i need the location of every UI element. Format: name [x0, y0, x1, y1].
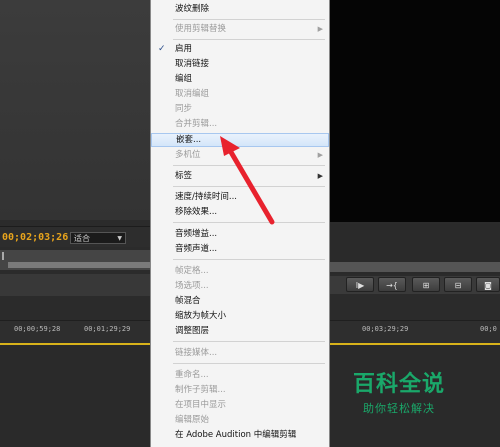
step-forward-button[interactable]: I▶: [346, 277, 374, 292]
menu-item-ungroup[interactable]: 取消编组: [151, 87, 329, 101]
ruler-label: 00;03;29;29: [362, 325, 409, 333]
menu-item-reveal-in-project[interactable]: 在项目中显示: [151, 398, 329, 412]
menu-item-label: 音频声道...: [175, 244, 218, 254]
menu-item-field-options[interactable]: 场选项...: [151, 279, 329, 293]
menu-item-label: 波纹删除: [175, 4, 210, 14]
chevron-right-icon: ▶: [317, 151, 323, 159]
menu-item-label: 场选项...: [175, 281, 209, 291]
menu-item-audio-gain[interactable]: 音频增益...: [151, 227, 329, 241]
menu-item-label: 多机位: [175, 150, 201, 160]
menu-item-synchronize[interactable]: 同步: [151, 102, 329, 116]
menu-item-replace-with-clip[interactable]: 使用剪辑替换 ▶: [151, 22, 329, 36]
menu-item-label: 重命名...: [175, 370, 209, 380]
checkmark-icon: ✓: [158, 44, 166, 54]
menu-separator: [173, 39, 325, 40]
menu-item-label: 帧混合: [175, 296, 201, 306]
menu-item-label: 标签: [175, 171, 193, 181]
go-to-out-button[interactable]: →{: [378, 277, 406, 292]
menu-item-rename[interactable]: 重命名...: [151, 368, 329, 382]
ruler-label: 00;00;59;28: [14, 325, 61, 333]
chevron-right-icon: ▶: [317, 172, 323, 180]
lift-button[interactable]: ⊞: [412, 277, 440, 292]
menu-item-audio-channels[interactable]: 音频声道...: [151, 242, 329, 256]
chevron-down-icon: ▼: [117, 235, 122, 242]
baike-watermark: 百科全说 助你轻松解决: [340, 366, 458, 426]
menu-item-label: 取消链接: [175, 59, 210, 69]
monitor-scrub-right[interactable]: [330, 262, 500, 272]
monitor-scrub-bar[interactable]: [0, 250, 150, 270]
menu-item-label: 编组: [175, 74, 193, 84]
menu-item-label: 编辑原始: [175, 415, 210, 425]
menu-item-label: 取消编组: [175, 89, 210, 99]
menu-item-label: 移除效果...: [175, 207, 218, 217]
menu-item-label: 音频增益...: [175, 229, 218, 239]
menu-item-ripple-delete[interactable]: 波纹删除: [151, 2, 329, 16]
menu-item-enable[interactable]: ✓ 启用: [151, 42, 329, 56]
work-area-bar[interactable]: [0, 343, 150, 345]
zoom-fit-value: 适合: [74, 234, 90, 243]
menu-separator: [173, 165, 325, 166]
work-area-bar-right[interactable]: [330, 343, 500, 345]
export-frame-button[interactable]: ◙: [476, 277, 500, 292]
menu-separator: [173, 19, 325, 20]
menu-item-make-subclip[interactable]: 制作子剪辑...: [151, 383, 329, 397]
menu-item-label: 在 Adobe Audition 中编辑剪辑: [175, 430, 297, 440]
watermark-subtitle: 助你轻松解决: [363, 402, 435, 415]
extract-button[interactable]: ⊟: [444, 277, 472, 292]
playhead-timecode[interactable]: 00;02;03;26: [2, 232, 68, 243]
ruler-label: 00;0: [480, 325, 497, 333]
menu-item-label: 速度/持续时间...: [175, 192, 237, 202]
menu-item-merge-clips[interactable]: 合并剪辑...: [151, 117, 329, 131]
menu-item-link-media[interactable]: 链接媒体...: [151, 346, 329, 360]
menu-item-scale-to-frame-size[interactable]: 缩放为帧大小: [151, 309, 329, 323]
menu-item-remove-effects[interactable]: 移除效果...: [151, 205, 329, 219]
zoom-fit-select[interactable]: 适合 ▼: [70, 232, 126, 244]
program-monitor: [330, 0, 500, 222]
menu-item-speed-duration[interactable]: 速度/持续时间...: [151, 190, 329, 204]
menu-item-label-color[interactable]: 标签 ▶: [151, 169, 329, 183]
timeline-ruler-right[interactable]: 00;03;29;29 00;0: [330, 320, 500, 343]
menu-item-label: 链接媒体...: [175, 348, 218, 358]
menu-item-label: 缩放为帧大小: [175, 311, 227, 321]
menu-item-label: 使用剪辑替换: [175, 24, 227, 34]
timeline-ruler-left[interactable]: 00;00;59;28 00;01;29;29: [0, 320, 150, 343]
menu-separator: [173, 186, 325, 187]
menu-item-nest[interactable]: 嵌套...: [151, 133, 329, 147]
playhead-marker[interactable]: [2, 252, 4, 260]
menu-item-frame-blend[interactable]: 帧混合: [151, 294, 329, 308]
menu-item-label: 调整图层: [175, 326, 210, 336]
menu-item-label: 同步: [175, 104, 193, 114]
menu-item-multi-camera[interactable]: 多机位 ▶: [151, 148, 329, 162]
clip-context-menu: 波纹删除 使用剪辑替换 ▶ ✓ 启用 取消链接 编组 取消编组 同步 合并剪辑...…: [150, 0, 330, 447]
menu-separator: [173, 259, 325, 260]
menu-item-label: 合并剪辑...: [175, 119, 218, 129]
ruler-label: 00;01;29;29: [84, 325, 131, 333]
source-panel: [0, 0, 150, 220]
menu-item-group[interactable]: 编组: [151, 72, 329, 86]
transport-bar-left: [0, 274, 150, 296]
scrub-track[interactable]: [8, 262, 150, 268]
menu-item-label: 嵌套...: [176, 135, 202, 145]
menu-item-label: 帧定格...: [175, 266, 209, 276]
watermark-title: 百科全说: [352, 372, 445, 397]
menu-item-label: 制作子剪辑...: [175, 385, 226, 395]
menu-item-adjustment-layer[interactable]: 调整图层: [151, 324, 329, 338]
timeline-tracks-left[interactable]: [0, 346, 150, 447]
menu-item-edit-original[interactable]: 编辑原始: [151, 413, 329, 427]
menu-item-frame-hold[interactable]: 帧定格...: [151, 264, 329, 278]
menu-item-unlink[interactable]: 取消链接: [151, 57, 329, 71]
menu-item-edit-in-audition[interactable]: 在 Adobe Audition 中编辑剪辑: [151, 428, 329, 442]
menu-separator: [173, 363, 325, 364]
menu-item-label: 启用: [175, 44, 193, 54]
menu-item-label: 在项目中显示: [175, 400, 227, 410]
menu-separator: [173, 222, 325, 223]
chevron-right-icon: ▶: [317, 25, 323, 33]
menu-separator: [173, 341, 325, 342]
